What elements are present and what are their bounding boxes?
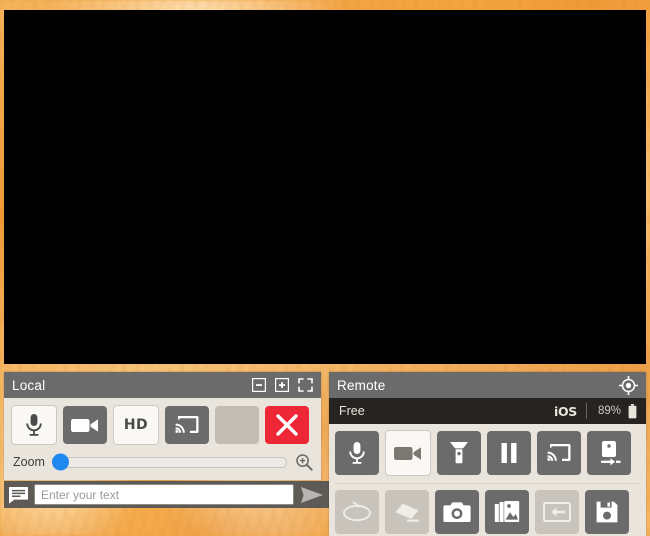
flashlight-button[interactable]	[437, 431, 481, 475]
eraser-button[interactable]	[385, 490, 429, 534]
local-header-icon-group	[252, 378, 313, 392]
blank-button[interactable]	[215, 406, 259, 444]
save-button[interactable]	[585, 490, 629, 534]
fullscreen-icon[interactable]	[298, 378, 313, 392]
remote-panel-header: Remote	[329, 372, 646, 398]
chat-bubble-icon[interactable]	[8, 486, 29, 504]
local-panel: Local HD Zoom	[4, 372, 321, 480]
remote-button-row-1	[329, 424, 646, 476]
microphone-button[interactable]	[11, 405, 57, 445]
remote-button-row-2	[329, 484, 646, 534]
photo-capture-button[interactable]	[435, 490, 479, 534]
remote-os-label: iOS	[553, 403, 577, 419]
remote-panel-title: Remote	[337, 377, 386, 393]
pause-button[interactable]	[487, 431, 531, 475]
battery-status: 89%	[585, 403, 646, 419]
switch-device-button[interactable]	[587, 431, 631, 475]
gallery-button[interactable]	[485, 490, 529, 534]
remote-panel: Remote Free iOS 89%	[329, 372, 646, 536]
close-call-button[interactable]	[265, 406, 309, 444]
chat-bar	[4, 481, 329, 508]
send-arrow-icon[interactable]	[299, 485, 325, 505]
remote-status-label: Free	[339, 404, 365, 418]
video-stream-area[interactable]	[4, 10, 646, 364]
lasso-annotate-button[interactable]	[335, 490, 379, 534]
local-button-row: HD	[4, 398, 321, 445]
zoom-label: Zoom	[13, 455, 45, 469]
local-panel-header: Local	[4, 372, 321, 398]
battery-icon	[628, 403, 637, 419]
minimize-icon[interactable]	[252, 378, 266, 392]
battery-percent-label: 89%	[597, 405, 621, 417]
send-to-screen-button[interactable]	[535, 490, 579, 534]
cast-button[interactable]	[165, 406, 209, 444]
remote-status-bar: Free iOS 89%	[329, 398, 646, 424]
hd-button-label: HD	[123, 417, 149, 433]
cast-button[interactable]	[537, 431, 581, 475]
zoom-control-row: Zoom	[4, 445, 321, 471]
magnifier-plus-icon[interactable]	[295, 453, 313, 471]
maximize-icon[interactable]	[275, 378, 289, 392]
target-locate-icon[interactable]	[619, 375, 638, 395]
hd-button[interactable]: HD	[113, 405, 159, 445]
zoom-slider-thumb[interactable]	[51, 453, 69, 471]
zoom-slider[interactable]	[51, 453, 287, 471]
chat-text-input[interactable]	[34, 484, 294, 505]
video-camera-button[interactable]	[63, 406, 107, 444]
local-panel-title: Local	[12, 377, 46, 393]
microphone-button[interactable]	[335, 431, 379, 475]
video-camera-button[interactable]	[385, 430, 431, 476]
